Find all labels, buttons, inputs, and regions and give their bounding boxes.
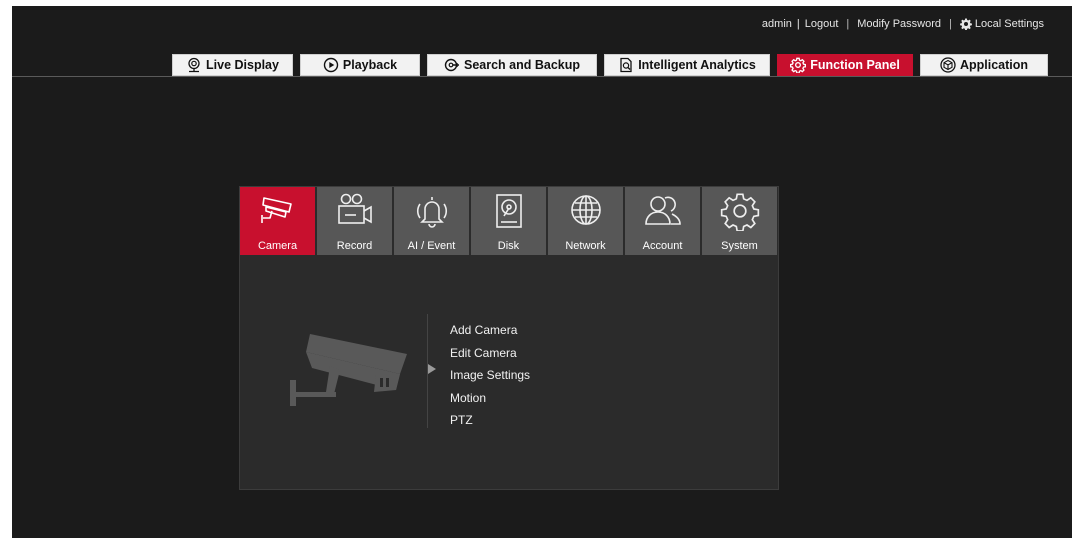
- tab-label: Search and Backup: [463, 58, 580, 72]
- tab-label: Live Display: [206, 58, 279, 72]
- tab-label: Playback: [342, 58, 398, 72]
- gear-icon: [959, 18, 972, 30]
- tab-live-display[interactable]: Live Display: [172, 54, 293, 76]
- category-network[interactable]: Network: [548, 187, 623, 255]
- username[interactable]: admin: [762, 18, 792, 30]
- submenu-item-add-camera[interactable]: Add Camera: [450, 319, 530, 342]
- record-icon: [337, 193, 372, 224]
- category-label: Network: [565, 240, 606, 252]
- category-label: Account: [642, 240, 683, 252]
- nav-divider: [12, 76, 1072, 77]
- webcam-icon: [188, 57, 200, 73]
- submenu-item-motion[interactable]: Motion: [450, 387, 530, 410]
- globe-icon: [570, 195, 601, 225]
- submenu-selection-arrow: [428, 364, 436, 374]
- tab-application[interactable]: Application: [920, 54, 1048, 76]
- separator: |: [796, 18, 800, 30]
- camera-icon: [260, 197, 292, 223]
- separator: |: [949, 18, 952, 30]
- main-nav: Live Display Playback Search and Backup …: [172, 54, 1048, 76]
- tab-function-panel[interactable]: Function Panel: [777, 54, 913, 76]
- category-label: AI / Event: [407, 240, 456, 252]
- tab-intelligent-analytics[interactable]: Intelligent Analytics: [604, 54, 770, 76]
- cube-icon: [940, 57, 956, 73]
- category-system[interactable]: System: [702, 187, 777, 255]
- category-label: System: [721, 240, 758, 252]
- disk-icon: [495, 194, 522, 228]
- local-settings-label: Local Settings: [974, 18, 1044, 30]
- play-circle-icon: [323, 57, 339, 73]
- search-backup-icon: [444, 58, 459, 72]
- tab-label: Application: [959, 58, 1029, 72]
- separator: |: [846, 18, 850, 30]
- submenu-item-image-settings[interactable]: Image Settings: [450, 364, 530, 387]
- category-label: Camera: [257, 240, 298, 252]
- category-label: Disk: [497, 240, 520, 252]
- logout-link[interactable]: Logout: [805, 18, 839, 30]
- category-account[interactable]: Account: [625, 187, 700, 255]
- local-settings-link[interactable]: Local Settings: [959, 18, 1044, 30]
- function-panel: Camera Record AI / Event Disk Network Ac…: [239, 186, 779, 490]
- tab-playback[interactable]: Playback: [300, 54, 420, 76]
- camera-submenu: Add Camera Edit Camera Image Settings Mo…: [450, 319, 530, 432]
- submenu-item-edit-camera[interactable]: Edit Camera: [450, 342, 530, 365]
- users-icon: [644, 196, 681, 225]
- gear-icon: [790, 57, 807, 73]
- tab-search-and-backup[interactable]: Search and Backup: [427, 54, 597, 76]
- app-screen: admin | Logout | Modify Password | Local…: [12, 6, 1072, 538]
- tab-label: Function Panel: [810, 58, 900, 72]
- category-record[interactable]: Record: [317, 187, 392, 255]
- gear-icon: [720, 193, 759, 231]
- category-bar: Camera Record AI / Event Disk Network Ac…: [240, 187, 777, 255]
- analytics-icon: [620, 57, 632, 73]
- tab-label: Intelligent Analytics: [638, 58, 756, 72]
- category-label: Record: [336, 240, 373, 252]
- category-ai-event[interactable]: AI / Event: [394, 187, 469, 255]
- user-bar: admin | Logout | Modify Password | Local…: [762, 18, 1044, 30]
- modify-password-link[interactable]: Modify Password: [857, 18, 941, 30]
- category-camera[interactable]: Camera: [240, 187, 315, 255]
- submenu-item-ptz[interactable]: PTZ: [450, 409, 530, 432]
- category-disk[interactable]: Disk: [471, 187, 546, 255]
- camera-illustration-icon: [290, 334, 407, 406]
- bell-icon: [416, 197, 447, 228]
